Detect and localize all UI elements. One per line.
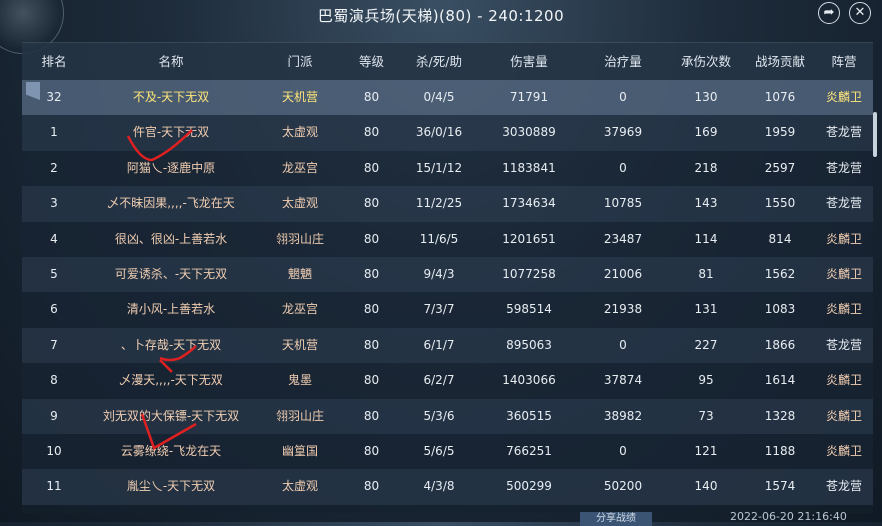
- annotation-check-2: [159, 345, 197, 362]
- annotation-check-3: [159, 359, 173, 373]
- red-annotation-marks: [126, 129, 197, 450]
- annotation-check-1: [126, 129, 193, 162]
- annotation-check-4: [140, 413, 197, 450]
- battle-result-window: 巴蜀演兵场(天梯)(80) - 240:1200 ➦ ✕ 排名 名称 门派 等级…: [0, 0, 882, 526]
